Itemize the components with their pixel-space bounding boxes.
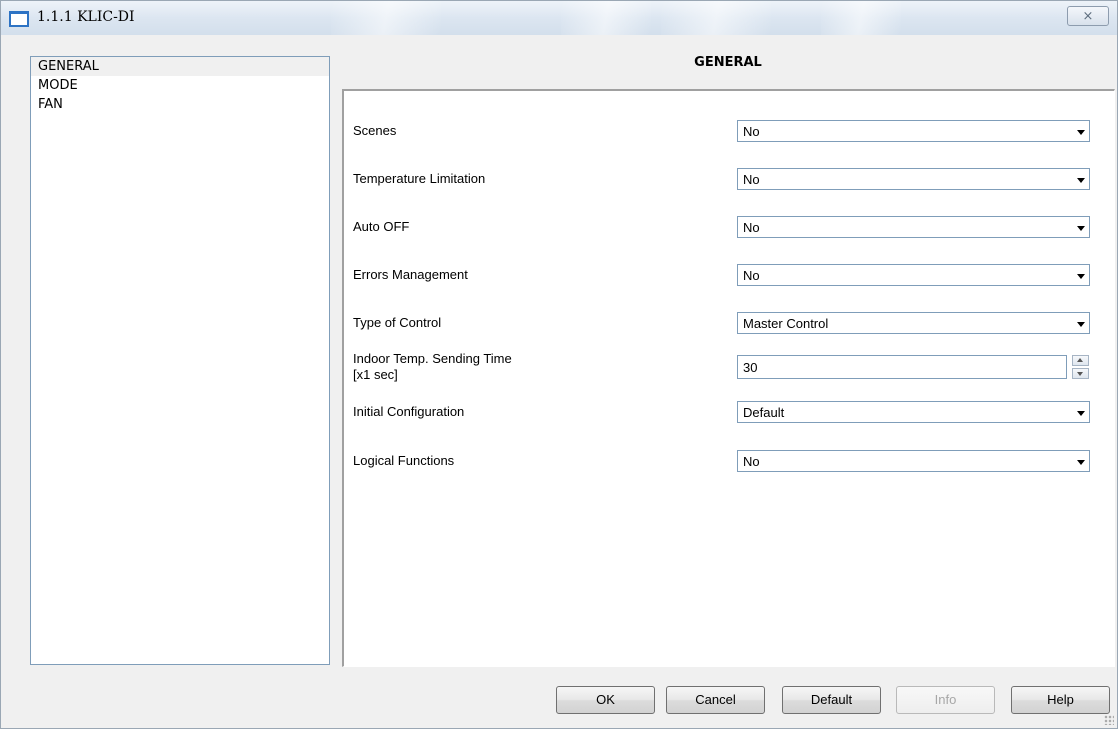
window-title: 1.1.1 KLIC-DI (37, 9, 135, 25)
spin-down-icon[interactable] (1072, 368, 1089, 379)
parameters-panel: Scenes No Temperature Limitation No Auto… (342, 89, 1115, 667)
spinner-buttons (1072, 355, 1089, 379)
dropdown-value: Default (743, 405, 785, 420)
chevron-down-icon (1077, 411, 1085, 416)
errors-management-dropdown[interactable]: No (737, 264, 1090, 286)
row-logical-functions: Logical Functions No (353, 441, 1103, 481)
auto-off-dropdown[interactable]: No (737, 216, 1090, 238)
sidebar-item-mode[interactable]: MODE (31, 76, 329, 95)
row-temperature-limitation: Temperature Limitation No (353, 159, 1103, 199)
resize-grip-icon[interactable] (1104, 715, 1114, 725)
sidebar-nav: GENERAL MODE FAN (30, 56, 330, 665)
field-label: Initial Configuration (353, 404, 465, 419)
field-label: Auto OFF (353, 219, 410, 234)
logical-functions-dropdown[interactable]: No (737, 450, 1090, 472)
dropdown-value: No (743, 454, 760, 469)
field-label: Logical Functions (353, 453, 455, 468)
close-button[interactable]: ⨯ (1067, 6, 1109, 26)
spin-up-icon[interactable] (1072, 355, 1089, 366)
info-button: Info (896, 686, 995, 714)
field-label: Indoor Temp. Sending Time [x1 sec] (353, 351, 512, 383)
spinner-value: 30 (743, 360, 758, 375)
default-button[interactable]: Default (782, 686, 881, 714)
dropdown-value: No (743, 172, 760, 187)
row-type-of-control: Type of Control Master Control (353, 303, 1103, 343)
chevron-down-icon (1077, 274, 1085, 279)
chevron-down-icon (1077, 322, 1085, 327)
row-indoor-temp-sending-time: Indoor Temp. Sending Time [x1 sec] 30 (353, 346, 1103, 388)
chevron-down-icon (1077, 460, 1085, 465)
chevron-down-icon (1077, 178, 1085, 183)
dropdown-value: Master Control (743, 316, 829, 331)
sidebar-item-general[interactable]: GENERAL (31, 57, 329, 76)
temperature-limitation-dropdown[interactable]: No (737, 168, 1090, 190)
dialog-window: 1.1.1 KLIC-DI ⨯ GENERAL MODE FAN GENERAL… (0, 0, 1118, 729)
ok-button[interactable]: OK (556, 686, 655, 714)
app-window-icon (9, 11, 29, 27)
field-label-line2: [x1 sec] (353, 367, 398, 382)
field-label: Temperature Limitation (353, 171, 486, 186)
field-label: Scenes (353, 123, 397, 138)
row-errors-management: Errors Management No (353, 255, 1103, 295)
help-button[interactable]: Help (1011, 686, 1110, 714)
indoor-temp-sending-time-input[interactable]: 30 (737, 355, 1067, 379)
chevron-down-icon (1077, 226, 1085, 231)
field-label: Errors Management (353, 267, 468, 282)
row-scenes: Scenes No (353, 111, 1103, 151)
title-bar[interactable]: 1.1.1 KLIC-DI ⨯ (1, 1, 1117, 35)
field-label: Type of Control (353, 315, 442, 330)
cancel-button[interactable]: Cancel (666, 686, 765, 714)
panel-title: GENERAL (694, 55, 762, 70)
chevron-down-icon (1077, 130, 1085, 135)
dropdown-value: No (743, 220, 760, 235)
dropdown-value: No (743, 268, 760, 283)
initial-configuration-dropdown[interactable]: Default (737, 401, 1090, 423)
dropdown-value: No (743, 124, 760, 139)
sidebar-item-fan[interactable]: FAN (31, 95, 329, 114)
row-initial-configuration: Initial Configuration Default (353, 392, 1103, 432)
row-auto-off: Auto OFF No (353, 207, 1103, 247)
scenes-dropdown[interactable]: No (737, 120, 1090, 142)
field-label-line1: Indoor Temp. Sending Time (353, 351, 512, 366)
type-of-control-dropdown[interactable]: Master Control (737, 312, 1090, 334)
